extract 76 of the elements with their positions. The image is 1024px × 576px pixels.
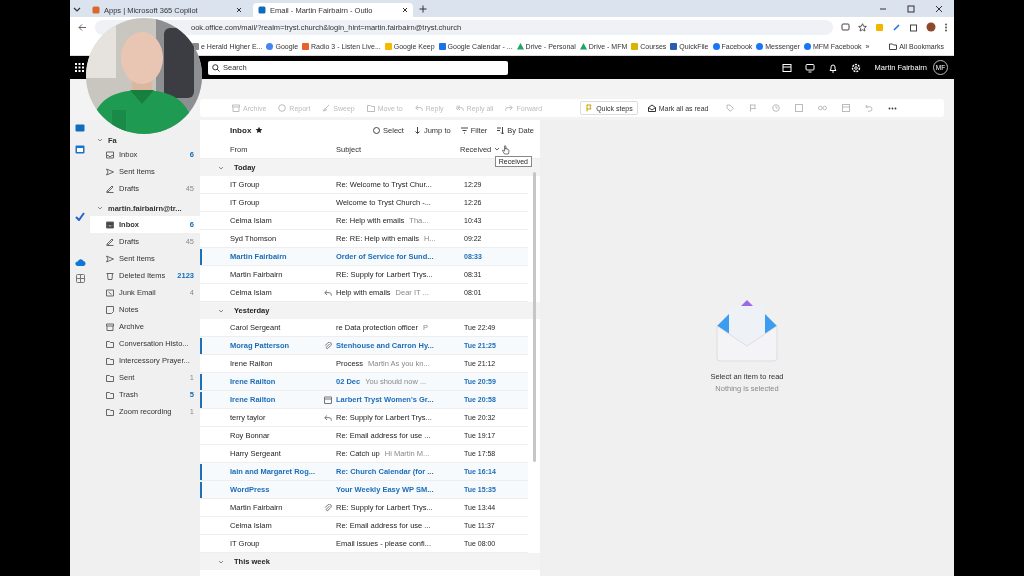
- paperclip-icon: [324, 503, 332, 512]
- more-icon[interactable]: [887, 106, 897, 110]
- close-icon[interactable]: [402, 7, 408, 13]
- circle-icon: [756, 42, 764, 50]
- chevron-down-icon: [218, 307, 224, 314]
- settings-icon[interactable]: [851, 62, 862, 73]
- filter-icon: [460, 126, 468, 134]
- square-icon: [438, 42, 446, 50]
- cloud-icon[interactable]: [74, 259, 86, 266]
- paperclip-icon: [324, 341, 332, 350]
- send-icon: [106, 167, 114, 176]
- chevron-down-icon: [218, 164, 224, 171]
- lightning-icon: [585, 104, 594, 112]
- triangle-icon: [579, 42, 587, 50]
- profile-icon[interactable]: [926, 22, 936, 32]
- puzzle-icon[interactable]: [909, 22, 918, 32]
- reply-all-icon: [455, 104, 464, 112]
- select-icon: [373, 126, 381, 134]
- checkmark-icon[interactable]: [75, 212, 85, 221]
- send-icon: [106, 254, 114, 263]
- archive-icon: [106, 322, 114, 331]
- envelope-drawing: [713, 298, 781, 362]
- star-icon[interactable]: [858, 22, 867, 32]
- triangle-icon: [516, 42, 524, 50]
- archive-icon: [232, 104, 240, 112]
- circle-icon: [803, 42, 811, 50]
- chevron-down-icon: [494, 146, 501, 152]
- tab-favicon-icon: [258, 6, 266, 14]
- envelope-icon: [647, 104, 656, 112]
- apps-icon[interactable]: [75, 274, 85, 283]
- calendar-icon: [324, 395, 332, 404]
- tab-favicon-icon: [92, 6, 100, 14]
- folder-icon: [366, 104, 375, 112]
- monitor-icon[interactable]: [805, 62, 816, 73]
- pen-icon[interactable]: [892, 22, 901, 32]
- plus-icon[interactable]: [419, 4, 427, 13]
- report-icon: [278, 104, 287, 112]
- junk-icon: [106, 288, 114, 297]
- square-icon: [384, 42, 392, 50]
- chevron-down-icon: [218, 558, 224, 565]
- folder-title: Inbox: [230, 125, 252, 135]
- maximize-icon[interactable]: [907, 4, 915, 13]
- square-icon: [670, 42, 678, 50]
- chevron-down-icon: [97, 137, 103, 143]
- reply-icon: [414, 104, 423, 112]
- install-icon[interactable]: [841, 22, 850, 32]
- sort-icon: [497, 126, 505, 134]
- circle-icon: [712, 42, 720, 50]
- pencil-icon: [106, 237, 114, 246]
- app-launcher-icon[interactable]: [75, 63, 84, 72]
- bell-icon[interactable]: [828, 62, 839, 73]
- close-icon[interactable]: [236, 7, 242, 13]
- pencil-icon: [106, 184, 114, 193]
- broom-icon: [322, 104, 331, 112]
- menu-icon[interactable]: [944, 22, 948, 32]
- down-arrow-icon: [413, 126, 421, 134]
- folder-icon: [889, 42, 898, 50]
- star-icon[interactable]: [255, 126, 264, 134]
- inbox-icon: [106, 150, 114, 159]
- chevron-down-icon: [97, 205, 103, 211]
- forward-icon: [505, 104, 514, 112]
- hand-cursor-icon: [502, 145, 510, 155]
- close-icon[interactable]: [935, 4, 943, 13]
- square-icon: [302, 42, 310, 50]
- circle-icon: [266, 42, 274, 50]
- mail-icon[interactable]: [75, 124, 85, 132]
- inbox-icon: [106, 220, 114, 229]
- back-arrow-icon[interactable]: [78, 22, 87, 32]
- reply-icon: [324, 288, 332, 297]
- search-icon: [212, 63, 220, 72]
- square-icon: [631, 42, 639, 50]
- reply-icon: [324, 413, 332, 422]
- scrollbar[interactable]: [533, 172, 536, 462]
- calendar-icon[interactable]: [782, 62, 793, 73]
- note-icon: [106, 305, 114, 314]
- trash-icon: [106, 271, 114, 280]
